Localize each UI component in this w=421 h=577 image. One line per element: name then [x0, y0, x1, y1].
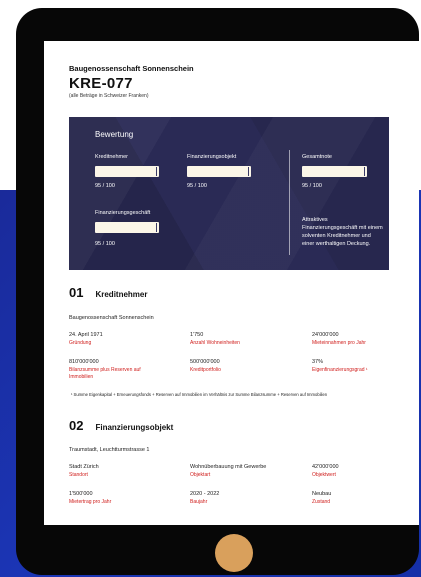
section-number: 02	[69, 418, 84, 433]
info-value: Wohnüberbauung mit Gewerbe	[190, 464, 267, 470]
rating-value-finanzierungsgeschaeft: 95 / 100	[95, 241, 115, 247]
rating-value-gesamtnote: 95 / 100	[302, 183, 322, 189]
rating-label-finanzierungsgeschaeft: Finanzierungsgeschäft	[95, 210, 151, 216]
info-cell: 24. April 1971 Gründung	[69, 332, 103, 347]
credit-code: KRE-077	[69, 75, 133, 92]
organization-name: Baugenossenschaft Sonnenschein	[69, 64, 194, 73]
info-cell: 24'000'000 Mieteinnahmen pro Jahr	[312, 332, 366, 347]
info-label: Zustand	[312, 499, 331, 505]
info-label: Mieteinnahmen pro Jahr	[312, 340, 366, 346]
document-header: Baugenossenschaft Sonnenschein KRE-077 (…	[44, 41, 419, 99]
currency-note: (alle Beträge in Schweizer Franken)	[69, 93, 149, 99]
section-kreditnehmer-title: 01 Kreditnehmer	[69, 285, 147, 300]
info-value: Neubau	[312, 491, 332, 497]
rating-bar-finanzierungsobjekt	[187, 166, 251, 177]
rating-value-kreditnehmer: 95 / 100	[95, 183, 115, 189]
info-cell: 2020 - 2022 Baujahr	[190, 491, 219, 506]
section-name: Kreditnehmer	[95, 290, 148, 299]
info-cell: Wohnüberbauung mit Gewerbe Objektart	[190, 464, 266, 479]
footnote: ¹ Summe Eigenkapital + Erneuerungsfonds …	[71, 392, 328, 397]
rating-label-gesamtnote: Gesamtnote	[302, 154, 332, 160]
info-value: 24'000'000	[312, 332, 339, 338]
rating-summary: Attraktives Finanzierungsgeschäft mit ei…	[302, 217, 383, 247]
info-value: 37%	[312, 359, 324, 365]
tablet-frame: Baugenossenschaft Sonnenschein KRE-077 (…	[16, 8, 419, 575]
tablet-screen[interactable]: Baugenossenschaft Sonnenschein KRE-077 (…	[44, 41, 419, 525]
info-label: Kreditportfolio	[190, 367, 221, 373]
info-cell: 1'750 Anzahl Wohneinheiten	[190, 332, 240, 347]
info-label: Standort	[69, 472, 88, 478]
info-label: Bilanzsumme plus Reserven auf Immobilien	[69, 367, 141, 380]
info-cell: 1'500'000 Mietertrag pro Jahr	[69, 491, 111, 506]
info-value: 1'750	[190, 332, 204, 338]
home-button[interactable]	[215, 534, 253, 572]
info-cell: 810'000'000 Bilanzsumme plus Reserven au…	[69, 359, 149, 380]
info-label: Objektwert	[312, 472, 336, 478]
info-label: Mietertrag pro Jahr	[69, 499, 112, 505]
info-value: 24. April 1971	[69, 332, 103, 338]
section-number: 01	[69, 285, 84, 300]
rating-bar-gesamtnote	[302, 166, 367, 177]
info-value: 42'000'000	[312, 464, 339, 470]
info-label: Baujahr	[190, 499, 208, 505]
info-value: 810'000'000	[69, 359, 99, 365]
rating-label-finanzierungsobjekt: Finanzierungsobjekt	[187, 154, 237, 160]
info-label: Objektart	[190, 472, 211, 478]
section-name: Finanzierungsobjekt	[95, 423, 174, 432]
section-kreditnehmer-subtitle: Baugenossenschaft Sonnenschein	[69, 315, 154, 321]
info-cell: Stadt Zürich Standort	[69, 464, 99, 479]
info-label: Eigenfinanzierungsgrad ¹	[312, 367, 368, 373]
info-label: Anzahl Wohneinheiten	[190, 340, 240, 346]
rating-title: Bewertung	[95, 130, 134, 139]
section-finanzierungsobjekt-subtitle: Traumstadt, Leuchtturmstrasse 1	[69, 447, 150, 453]
info-cell: 500'000'000 Kreditportfolio	[190, 359, 221, 374]
section-finanzierungsobjekt-title: 02 Finanzierungsobjekt	[69, 418, 173, 433]
rating-bar-finanzierungsgeschaeft	[95, 222, 159, 233]
info-cell: 42'000'000 Objektwert	[312, 464, 339, 479]
info-cell: Neubau Zustand	[312, 491, 331, 506]
rating-label-kreditnehmer: Kreditnehmer	[95, 154, 129, 160]
info-cell: 37% Eigenfinanzierungsgrad ¹	[312, 359, 368, 374]
info-value: Stadt Zürich	[69, 464, 99, 470]
rating-divider	[289, 150, 290, 255]
rating-bar-kreditnehmer	[95, 166, 159, 177]
rating-panel: Bewertung Kreditnehmer 95 / 100 Finanzie…	[69, 117, 389, 270]
info-value: 500'000'000	[190, 359, 220, 365]
info-value: 2020 - 2022	[190, 491, 220, 497]
info-value: 1'500'000	[69, 491, 93, 497]
info-label: Gründung	[69, 340, 92, 346]
rating-value-finanzierungsobjekt: 95 / 100	[187, 183, 207, 189]
